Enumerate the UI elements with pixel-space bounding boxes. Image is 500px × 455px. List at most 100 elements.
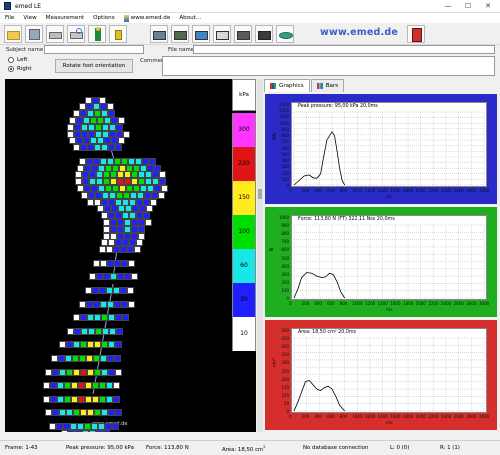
run-button[interactable] (88, 25, 106, 43)
pressure-cell (101, 341, 108, 349)
menu-website[interactable]: www.emed.de (123, 14, 170, 22)
menu-file[interactable]: File (5, 15, 14, 21)
menu-options[interactable]: Options (93, 15, 115, 21)
open-folder-button[interactable] (4, 25, 22, 43)
x-tick-label: 800 (339, 301, 348, 306)
analysis-4-button[interactable] (213, 25, 231, 43)
pressure-cell (57, 382, 64, 390)
website-logo[interactable]: www.emed.de (320, 27, 398, 38)
tab-graphics[interactable]: Graphics (264, 79, 310, 92)
pressure-cell (50, 382, 57, 390)
x-tick-label: 3000 (479, 301, 490, 306)
area-panel: cm² Area: 18,50 cm² 20,0ms ms 500 450 400 3… (265, 320, 497, 430)
save-button[interactable] (25, 25, 43, 43)
analysis-3-icon (195, 31, 208, 40)
maximize-button[interactable]: ☐ (458, 0, 478, 13)
pressure-cell (93, 300, 100, 308)
file-name-input[interactable] (193, 45, 495, 54)
print-button[interactable] (46, 25, 64, 43)
status-force: Force: 113,80 N (146, 445, 189, 451)
subject-name-input[interactable] (44, 45, 144, 54)
runner-head (96, 27, 100, 31)
legend-step-150: 150 (232, 181, 256, 215)
pressure-cell (52, 409, 59, 417)
menu-about[interactable]: About... (179, 15, 201, 21)
folder-icon (7, 31, 20, 40)
x-tick-label: 1600 (390, 414, 401, 419)
menu-view[interactable]: View (23, 15, 36, 21)
analysis-5-icon (237, 31, 250, 40)
print-preview-button[interactable] (67, 25, 85, 43)
y-tick-label: 200 (281, 376, 289, 382)
minimize-button[interactable]: — (438, 0, 458, 13)
pressure-cell (43, 395, 50, 403)
pressure-cell (87, 314, 94, 322)
pressure-cell (115, 368, 122, 376)
pressure-cell (81, 327, 88, 335)
legend-step-100: 100 (232, 215, 256, 249)
force-plot[interactable]: Force: 113,80 N (FT) 322,11 Nss 20,0ms (291, 215, 487, 300)
analysis-2-button[interactable] (171, 25, 189, 43)
close-button[interactable]: ✕ (478, 0, 498, 13)
analysis-7-button[interactable] (276, 25, 294, 43)
peak-pressure-plot[interactable]: Peak pressure: 95,00 kPa 20,0ms (291, 102, 487, 187)
y-tick-label: 900 (281, 223, 289, 229)
pressure-cell (108, 341, 115, 349)
pane-splitter[interactable] (257, 79, 263, 432)
pressure-cell (58, 355, 65, 362)
tab-bars[interactable]: Bars (310, 79, 345, 92)
pressure-cell (109, 327, 116, 335)
x-tick-label: 2400 (441, 301, 452, 306)
pressure-cell (108, 368, 115, 376)
legend-step-300: 300 (232, 113, 256, 147)
y-tick-label: 300 (281, 360, 289, 366)
menu-measurement[interactable]: Measurement (46, 15, 84, 21)
pressure-cell (87, 144, 94, 152)
pressure-cell (113, 382, 120, 390)
pressure-map[interactable]: www.emed.de (5, 79, 233, 432)
y-tick-label: 100 (281, 176, 289, 182)
x-tick-label: 0 (289, 188, 292, 193)
pressure-cell (52, 368, 59, 376)
x-tick-label: 2200 (428, 188, 439, 193)
y-tick-label: 400 (281, 158, 289, 164)
y-tick-label: 500 (281, 328, 289, 333)
y-tick-label: 500 (281, 255, 289, 261)
force-panel: N Force: 113,80 N (FT) 322,11 Nss 20,0ms… (265, 207, 497, 317)
left-radio-label: Left (17, 57, 28, 63)
comment-input[interactable] (162, 56, 495, 76)
pressure-cell (116, 327, 123, 335)
pressure-cell (124, 273, 131, 281)
area-x-label: ms (386, 421, 393, 426)
pressure-cell (108, 409, 115, 417)
pressure-cell (68, 429, 75, 432)
x-tick-label: 2400 (441, 188, 452, 193)
side-right-radio[interactable]: Right (8, 66, 31, 72)
peak-pressure-x-label: ms (386, 195, 393, 200)
y-tick-label: 1000 (278, 120, 289, 126)
y-tick-label: 0 (286, 183, 289, 188)
status-area: Area: 18,50 cm2 (222, 445, 266, 453)
pressure-cell (113, 246, 120, 254)
peak-pressure-panel: kPa Peak pressure: 95,00 kPa 20,0ms ms 1… (265, 94, 497, 204)
area-plot[interactable]: Area: 18,50 cm² 20,0ms (291, 328, 487, 413)
x-tick-label: 2200 (428, 414, 439, 419)
exit-button[interactable] (407, 25, 425, 43)
rotate-foot-button[interactable]: Rotate foot orientation (55, 59, 133, 73)
legend-step-220: 220 (232, 147, 256, 181)
walk-button[interactable] (109, 25, 127, 43)
exit-door-icon (412, 28, 422, 42)
analysis-3-button[interactable] (192, 25, 210, 43)
pressure-cell (87, 409, 94, 417)
analysis-1-button[interactable] (150, 25, 168, 43)
y-tick-label: 900 (281, 126, 289, 132)
pressure-cell (80, 368, 87, 376)
pressure-cell (89, 273, 96, 281)
x-tick-label: 200 (301, 188, 310, 193)
side-left-radio[interactable]: Left (8, 57, 27, 63)
analysis-5-button[interactable] (234, 25, 252, 43)
analysis-6-button[interactable] (255, 25, 273, 43)
y-tick-label: 600 (281, 247, 289, 253)
pressure-cell (114, 300, 121, 308)
analysis-2-icon (174, 31, 187, 40)
